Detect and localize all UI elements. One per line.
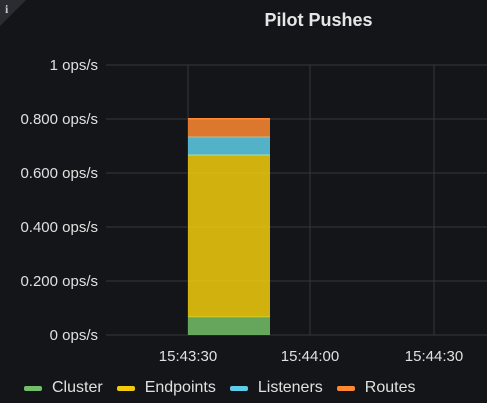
legend-swatch xyxy=(116,385,135,391)
chart-legend: Cluster Endpoints Listeners Routes xyxy=(24,379,429,397)
chart-plot: 0 ops/s 0.200 ops/s 0.400 ops/s 0.600 ops/s… xyxy=(20,57,487,365)
bar-segment-endpoints xyxy=(188,154,270,317)
legend-swatch xyxy=(24,385,42,391)
legend-item-routes[interactable]: Routes xyxy=(336,379,416,397)
grid-lines xyxy=(106,64,487,336)
legend-label: Cluster xyxy=(52,379,103,396)
x-axis-ticks: 15:43:30 15:44:00 15:44:30 xyxy=(159,348,463,365)
legend-label: Endpoints xyxy=(144,379,216,396)
legend-swatch xyxy=(336,385,355,391)
legend-swatch xyxy=(229,385,248,391)
legend-item-endpoints[interactable]: Endpoints xyxy=(116,379,216,397)
legend-item-listeners[interactable]: Listeners xyxy=(229,379,323,397)
bar-segment-listeners xyxy=(188,136,270,155)
y-tick-label: 1 ops/s xyxy=(50,57,98,74)
y-tick-label: 0 ops/s xyxy=(50,327,98,344)
y-tick-label: 0.200 ops/s xyxy=(20,273,98,290)
bar-segment-cluster xyxy=(188,316,270,335)
legend-label: Routes xyxy=(364,379,416,396)
x-tick-label: 15:43:30 xyxy=(159,348,217,365)
y-tick-label: 0.600 ops/s xyxy=(20,165,98,182)
legend-label: Listeners xyxy=(257,379,323,396)
y-tick-label: 0.800 ops/s xyxy=(20,111,98,128)
x-tick-label: 15:44:30 xyxy=(405,348,463,365)
y-axis-ticks: 0 ops/s 0.200 ops/s 0.400 ops/s 0.600 ops/s… xyxy=(20,57,98,344)
bar-segment-routes xyxy=(188,118,270,137)
legend-item-cluster[interactable]: Cluster xyxy=(24,379,103,397)
bar-series xyxy=(188,117,270,335)
x-tick-label: 15:44:00 xyxy=(281,348,339,365)
chart-panel: i Pilot Pushes 0 ops/s 0.200 ops/s 0.400 o… xyxy=(0,0,487,403)
y-tick-label: 0.400 ops/s xyxy=(20,219,98,236)
